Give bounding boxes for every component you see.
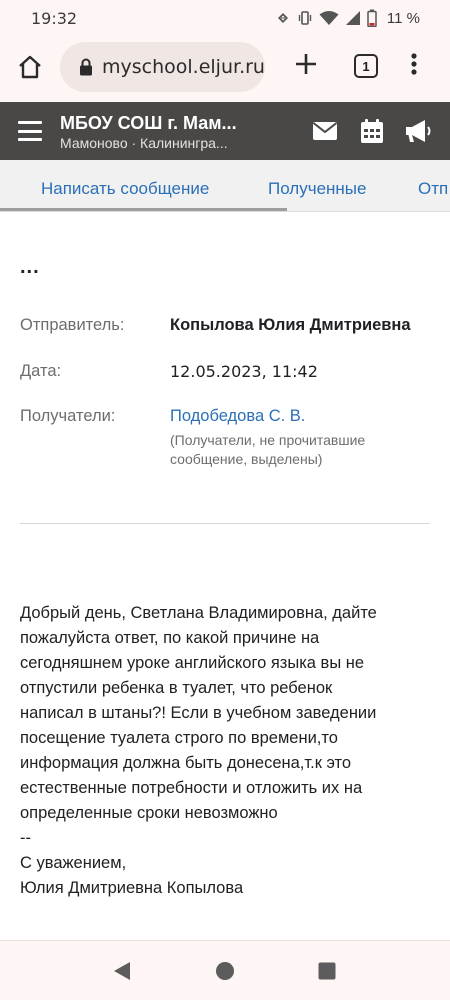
back-icon[interactable]	[108, 957, 136, 985]
message-body: Добрый день, Светлана Владимировна, дайт…	[20, 601, 435, 901]
envelope-icon[interactable]	[309, 116, 341, 146]
home-button[interactable]	[0, 39, 60, 99]
date-value: 12.05.2023, 11:42	[170, 362, 318, 381]
signature-line: С уважением,	[20, 854, 127, 872]
date-label: Дата:	[20, 362, 62, 380]
status-time: 19:32	[31, 8, 78, 28]
recents-icon[interactable]	[313, 957, 341, 985]
status-bar: 19:32 11 %	[0, 0, 450, 36]
tabs-icon: 1	[354, 54, 378, 78]
recipients-label: Получатели:	[20, 407, 116, 425]
recipient-link[interactable]: Подобедова С. В.	[170, 407, 305, 426]
hamburger-icon[interactable]	[18, 121, 42, 141]
signature-separator: --	[20, 829, 31, 847]
message-tabs: Написать сообщение Полученные Отп	[0, 160, 450, 212]
browser-toolbar: myschool.eljur.ru 1	[0, 36, 450, 102]
recipients-note: (Получатели, не прочитавшие сообщение, в…	[170, 432, 366, 467]
school-title-block[interactable]: МБОУ СОШ г. Мам... Мамоново · Калинингра…	[60, 112, 260, 152]
body-line: определенные сроки невозможно	[20, 804, 278, 822]
system-nav-bar	[0, 940, 450, 1000]
signal-icon	[345, 10, 361, 26]
body-line: посещение туалета строго по времени,то	[20, 729, 338, 747]
divider	[20, 523, 430, 524]
tab-scroll-indicator	[0, 208, 287, 211]
signature-line: Юлия Дмитриевна Копылова	[20, 879, 244, 897]
wifi-icon	[319, 10, 339, 26]
address-bar[interactable]: myschool.eljur.ru	[60, 42, 265, 92]
school-title: МБОУ СОШ г. Мам...	[60, 113, 237, 133]
body-line: сегодняшнем уроке английского языка вы н…	[20, 654, 365, 672]
tab-switcher-button[interactable]: 1	[344, 44, 388, 88]
data-saver-icon	[275, 10, 291, 26]
body-line: написал в штаны?! Если в учебном заведен…	[20, 704, 377, 722]
battery-low-icon	[367, 9, 377, 27]
site-header: МБОУ СОШ г. Мам... Мамоново · Калинингра…	[0, 102, 450, 160]
tab-sent[interactable]: Отп	[418, 179, 448, 199]
status-icons: 11 %	[275, 9, 420, 27]
tab-count: 1	[362, 58, 370, 74]
home-circle-icon[interactable]	[211, 957, 239, 985]
body-line: естественные потребности и отложить их н…	[20, 779, 363, 797]
vibrate-icon	[297, 10, 313, 26]
more-vert-icon	[410, 52, 418, 81]
body-line: пожалуйста ответ, по какой причине на	[20, 629, 320, 647]
body-line: информация должна быть донесена,т.к это	[20, 754, 352, 772]
new-tab-button[interactable]	[284, 44, 328, 88]
plus-icon	[294, 52, 318, 81]
school-subtitle: Мамоново · Калинингра...	[60, 135, 228, 151]
megaphone-icon[interactable]	[402, 116, 434, 146]
message-options[interactable]: ...	[20, 256, 40, 279]
home-icon	[17, 54, 43, 85]
tab-compose[interactable]: Написать сообщение	[41, 179, 209, 199]
browser-menu-button[interactable]	[394, 44, 434, 88]
body-line: отпустили ребенка в туалет, что ребенок	[20, 679, 333, 697]
lock-icon	[76, 56, 96, 78]
url-text: myschool.eljur.ru	[102, 56, 265, 78]
tab-inbox[interactable]: Полученные	[268, 179, 366, 199]
sender-label: Отправитель:	[20, 316, 125, 334]
calendar-icon[interactable]	[356, 116, 388, 146]
battery-percent: 11 %	[386, 9, 420, 27]
sender-name: Копылова Юлия Дмитриевна	[170, 316, 411, 334]
body-line: Добрый день, Светлана Владимировна, дайт…	[20, 604, 377, 622]
